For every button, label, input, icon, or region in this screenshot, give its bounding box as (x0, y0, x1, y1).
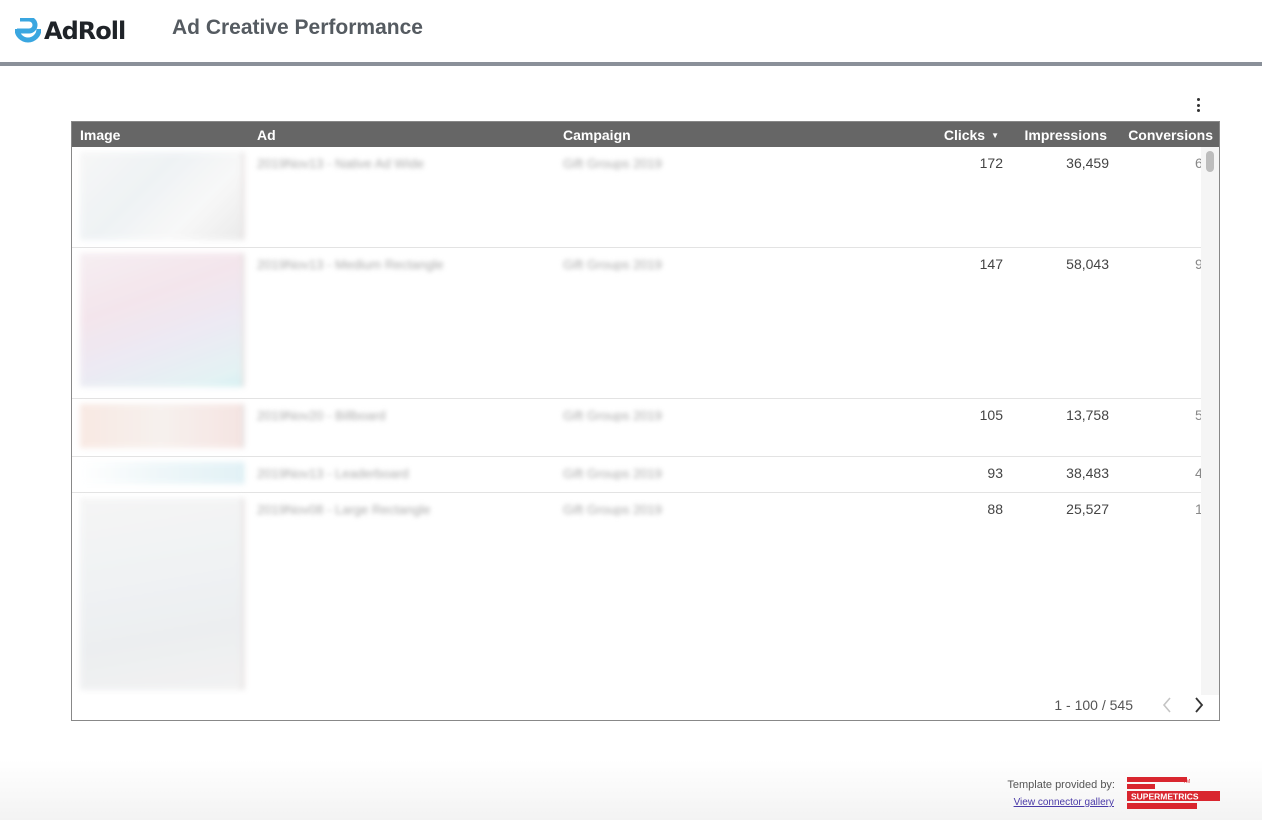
campaign-name: Gift Groups 2019 (563, 408, 662, 423)
svg-text:TM: TM (1183, 779, 1190, 785)
impressions-value: 38,483 (1066, 465, 1109, 481)
ad-name: 2019Nov13 - Leaderboard (257, 466, 409, 481)
column-header-clicks[interactable]: Clicks ▼ (944, 127, 999, 143)
clicks-value: 93 (987, 465, 1003, 481)
adroll-mark-icon (15, 18, 41, 43)
column-header-ad[interactable]: Ad (257, 127, 276, 143)
page-title: Ad Creative Performance (172, 16, 423, 39)
pagination-range: 1 - 100 / 545 (1054, 697, 1133, 713)
column-header-conversions[interactable]: Conversions (1128, 127, 1213, 143)
ad-thumbnail (80, 404, 244, 448)
scrollbar-thumb[interactable] (1206, 151, 1214, 172)
next-page-icon[interactable] (1189, 695, 1209, 715)
campaign-name: Gift Groups 2019 (563, 257, 662, 272)
header: AdRoll Ad Creative Performance (0, 0, 1262, 62)
adroll-logo[interactable]: AdRoll (15, 16, 126, 46)
column-header-clicks-label: Clicks (943, 127, 986, 143)
footer: Template provided by: View connector gal… (0, 760, 1262, 820)
supermetrics-logo-text: SUPERMETRICS (1131, 792, 1199, 802)
impressions-value: 36,459 (1066, 155, 1109, 171)
column-header-campaign[interactable]: Campaign (563, 127, 631, 143)
table-row[interactable]: 2019Nov08 - Large Rectangle Gift Groups … (72, 493, 1201, 695)
ad-name: 2019Nov13 - Native Ad Wide (257, 156, 424, 171)
supermetrics-logo[interactable]: SUPERMETRICS TM (1127, 777, 1220, 811)
ad-thumbnail (80, 152, 244, 240)
brand-name: AdRoll (44, 17, 126, 45)
ad-thumbnail (80, 498, 244, 690)
table-row[interactable]: 2019Nov20 - Billboard Gift Groups 2019 1… (72, 399, 1201, 457)
clicks-value: 105 (979, 407, 1003, 423)
table-row[interactable]: 2019Nov13 - Leaderboard Gift Groups 2019… (72, 457, 1201, 493)
ad-thumbnail (80, 462, 244, 484)
campaign-name: Gift Groups 2019 (563, 156, 662, 171)
impressions-value: 13,758 (1066, 407, 1109, 423)
ad-name: 2019Nov08 - Large Rectangle (257, 502, 431, 517)
campaign-name: Gift Groups 2019 (563, 466, 662, 481)
vertical-scrollbar[interactable] (1201, 147, 1219, 695)
clicks-value: 172 (979, 155, 1003, 171)
clicks-value: 147 (979, 256, 1003, 272)
impressions-value: 58,043 (1066, 256, 1109, 272)
previous-page-icon[interactable] (1157, 695, 1177, 715)
table-header: Image Ad Campaign Clicks ▼ Impressions Co… (72, 122, 1219, 147)
table-row[interactable]: 2019Nov13 - Medium Rectangle Gift Groups… (72, 248, 1201, 399)
campaign-name: Gift Groups 2019 (563, 502, 662, 517)
impressions-value: 25,527 (1066, 501, 1109, 517)
more-options-icon[interactable] (1191, 96, 1205, 114)
template-credit: Template provided by: (1007, 779, 1115, 791)
connector-gallery-link[interactable]: View connector gallery (1014, 797, 1114, 808)
column-header-image[interactable]: Image (80, 127, 120, 143)
ad-name: 2019Nov20 - Billboard (257, 408, 386, 423)
table-body: 2019Nov13 - Native Ad Wide Gift Groups 2… (72, 147, 1201, 695)
ad-creative-table: Image Ad Campaign Clicks ▼ Impressions Co… (71, 121, 1220, 721)
ad-name: 2019Nov13 - Medium Rectangle (257, 257, 444, 272)
header-divider (0, 62, 1262, 66)
clicks-value: 88 (987, 501, 1003, 517)
sort-descending-icon: ▼ (991, 131, 999, 140)
ad-thumbnail (80, 253, 244, 387)
table-row[interactable]: 2019Nov13 - Native Ad Wide Gift Groups 2… (72, 147, 1201, 248)
column-header-impressions[interactable]: Impressions (1025, 127, 1107, 143)
pagination: 1 - 100 / 545 (1054, 695, 1209, 715)
